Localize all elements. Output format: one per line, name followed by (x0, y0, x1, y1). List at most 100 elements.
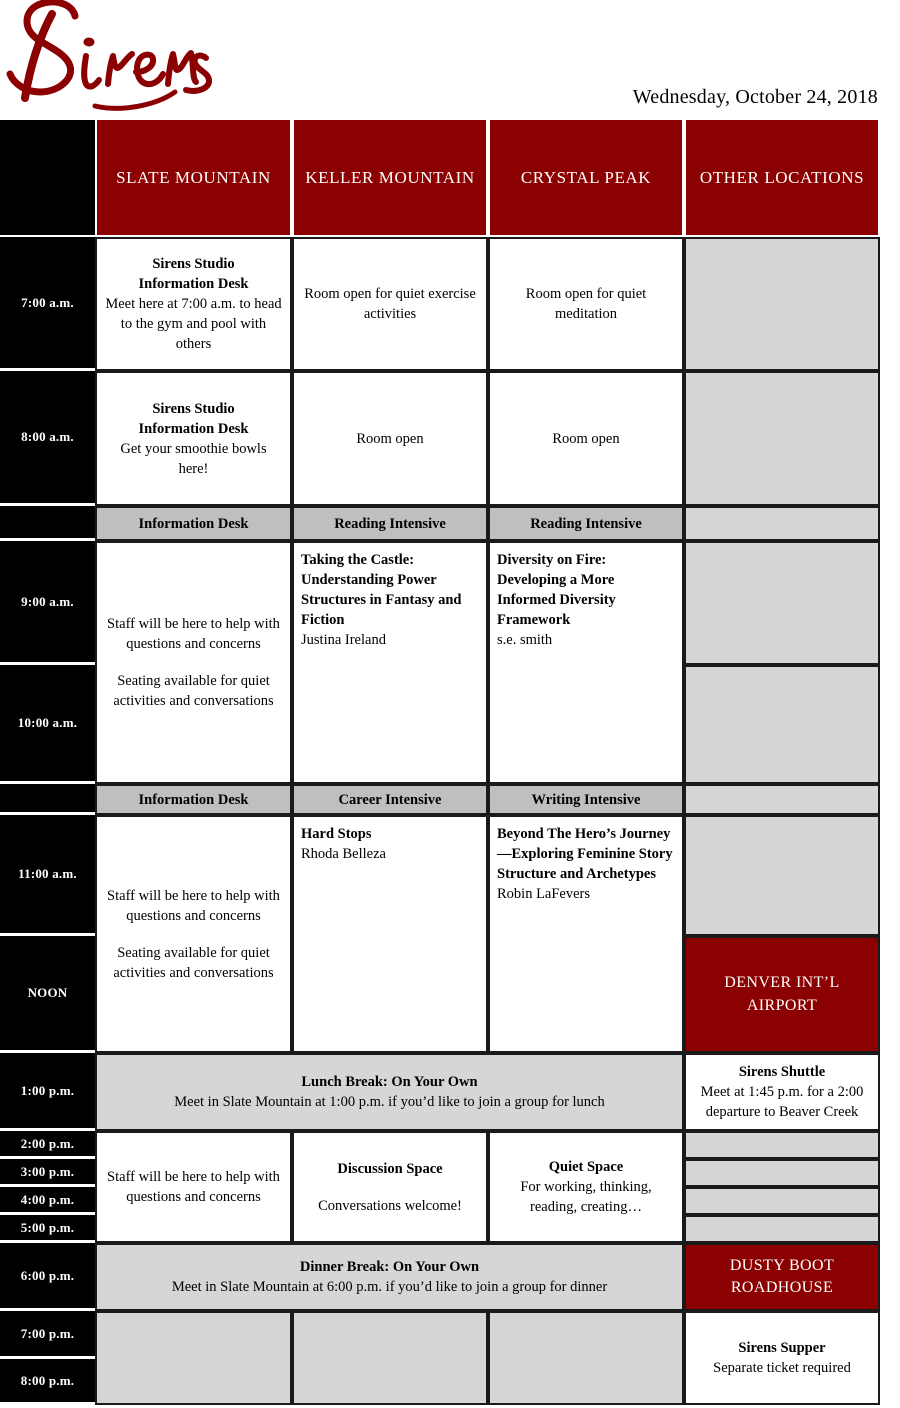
subheader-morning-keller: Reading Intensive (292, 506, 488, 541)
row-morning-subheaders: Information Desk Reading Intensive Readi… (95, 506, 880, 541)
cell-lunch-other-shuttle: Sirens Shuttle Meet at 1:45 p.m. for a 2… (684, 1053, 880, 1131)
cell-0900-other (684, 541, 880, 665)
cell-afternoon-keller-gap (301, 1179, 479, 1196)
cell-0700-slate: Sirens Studio Information Desk Meet here… (95, 237, 292, 371)
time-label-0800pm: 8:00 p.m. (0, 1359, 95, 1405)
cell-0800-other (684, 371, 880, 506)
cell-afternoon-keller: Discussion Space Conversations welcome! (292, 1131, 488, 1243)
cell-afternoon-keller-title: Discussion Space (337, 1160, 443, 1177)
time-label-0700pm: 7:00 p.m. (0, 1311, 95, 1359)
subheader-morning-slate: Information Desk (95, 506, 292, 541)
cell-lunch-body: Meet in Slate Mountain at 1:00 p.m. if y… (174, 1094, 605, 1110)
cell-0900-slate-gap (104, 654, 283, 671)
cell-0800-slate-body: Get your smoothie bowls here! (120, 440, 267, 477)
column-header-time (0, 120, 95, 235)
cell-1100-crystal-presenter: Robin LaFevers (497, 886, 591, 902)
subheader-midday-keller: Career Intensive (292, 784, 488, 815)
cell-0300pm-other (684, 1159, 880, 1187)
cell-1100-other (684, 815, 880, 936)
time-label-0300pm: 3:00 p.m. (0, 1159, 95, 1187)
cell-lunch-break: Lunch Break: On Your Own Meet in Slate M… (95, 1053, 684, 1131)
subheader-morning-other (684, 506, 880, 541)
cell-1100-keller: Hard Stops Rhoda Belleza (292, 815, 488, 1053)
cell-afternoon-crystal-title: Quiet Space (548, 1159, 624, 1175)
row-afternoon: Staff will be here to help with question… (95, 1131, 880, 1243)
cell-0700-slate-body: Meet here at 7:00 a.m. to head to the gy… (105, 296, 282, 352)
cell-dinner-body: Meet in Slate Mountain at 6:00 p.m. if y… (171, 1279, 608, 1295)
cell-dinner-title: Dinner Break: On Your Own (299, 1259, 480, 1275)
time-label-0100pm: 1:00 p.m. (0, 1053, 95, 1131)
cell-noon-other-airport: DENVER INT’L AIRPORT (684, 936, 880, 1053)
cell-0800-crystal: Room open (488, 371, 684, 506)
column-header-keller-mountain: KELLER MOUNTAIN (292, 120, 488, 235)
cell-1100-crystal-title: Beyond The Hero’s Journey—Exploring Femi… (497, 826, 673, 882)
time-label-spacer-midday (0, 784, 95, 815)
row-0600pm-dinner: Dinner Break: On Your Own Meet in Slate … (95, 1243, 880, 1311)
cell-afternoon-slate: Staff will be here to help with question… (95, 1131, 292, 1243)
cell-afternoon-other-stack (684, 1131, 880, 1243)
time-label-1100: 11:00 a.m. (0, 815, 95, 936)
cell-0800-slate-title1: Sirens Studio (152, 400, 235, 417)
subheader-midday-other (684, 784, 880, 815)
subheader-midday-slate: Information Desk (95, 784, 292, 815)
cell-afternoon-keller-body: Conversations welcome! (318, 1197, 462, 1214)
cell-0700-other (684, 237, 880, 371)
cell-0500pm-other (684, 1215, 880, 1243)
column-header-other-locations: OTHER LOCATIONS (684, 120, 880, 235)
cell-evening-crystal (488, 1311, 684, 1405)
cell-0700-keller: Room open for quiet exercise activities (292, 237, 488, 371)
time-label-0900: 9:00 a.m. (0, 541, 95, 665)
cell-1100-noon-other-stack: DENVER INT’L AIRPORT (684, 815, 880, 1053)
cell-shuttle-title: Sirens Shuttle (738, 1064, 826, 1080)
cell-0700-crystal: Room open for quiet meditation (488, 237, 684, 371)
cell-evening-keller (292, 1311, 488, 1405)
row-0100pm-lunch: Lunch Break: On Your Own Meet in Slate M… (95, 1053, 880, 1131)
cell-lunch-title: Lunch Break: On Your Own (301, 1074, 478, 1090)
cell-1100-keller-title: Hard Stops (301, 826, 372, 842)
cell-0900-keller-presenter: Justina Ireland (301, 632, 386, 648)
row-0700am: Sirens Studio Information Desk Meet here… (95, 237, 880, 371)
cell-0700-slate-title2: Information Desk (138, 276, 249, 292)
content-columns: Sirens Studio Information Desk Meet here… (95, 237, 880, 1405)
cell-0800-slate-title2: Information Desk (138, 420, 249, 437)
row-0800am: Sirens Studio Information Desk Get your … (95, 371, 880, 506)
cell-shuttle-body: Meet at 1:45 p.m. for a 2:00 departure t… (700, 1084, 864, 1120)
schedule-body: 7:00 a.m. 8:00 a.m. 9:00 a.m. 10:00 a.m.… (0, 235, 880, 1405)
cell-0800-slate: Sirens Studio Information Desk Get your … (95, 371, 292, 506)
time-label-noon: NOON (0, 936, 95, 1053)
cell-supper-title: Sirens Supper (738, 1340, 826, 1356)
cell-afternoon-crystal: Quiet Space For working, thinking, readi… (488, 1131, 684, 1243)
time-label-0700: 7:00 a.m. (0, 237, 95, 371)
cell-dinner-other-roadhouse: DUSTY BOOT ROADHOUSE (684, 1243, 880, 1311)
masthead: Wednesday, October 24, 2018 (0, 0, 900, 120)
time-column: 7:00 a.m. 8:00 a.m. 9:00 a.m. 10:00 a.m.… (0, 237, 95, 1405)
cell-0700-slate-title1: Sirens Studio (152, 256, 235, 272)
cell-evening-slate (95, 1311, 292, 1405)
time-label-0400pm: 4:00 p.m. (0, 1187, 95, 1215)
cell-0900-1000-other-stack (684, 541, 880, 784)
row-1100-noon: Staff will be here to help with question… (95, 815, 880, 1053)
row-midday-subheaders: Information Desk Career Intensive Writin… (95, 784, 880, 815)
time-label-0500pm: 5:00 p.m. (0, 1215, 95, 1243)
schedule-grid: SLATE MOUNTAIN KELLER MOUNTAIN CRYSTAL P… (0, 120, 880, 1405)
cell-0900-slate: Staff will be here to help with question… (95, 541, 292, 784)
cell-0900-keller-title: Taking the Castle: Understanding Power S… (301, 552, 462, 628)
cell-evening-other-supper: Sirens Supper Separate ticket required (684, 1311, 880, 1405)
time-label-0800: 8:00 a.m. (0, 371, 95, 506)
sirens-logo (0, 0, 250, 118)
cell-0400pm-other (684, 1187, 880, 1215)
row-0900-1000am: Staff will be here to help with question… (95, 541, 880, 784)
subheader-midday-crystal: Writing Intensive (488, 784, 684, 815)
cell-0900-slate-line1: Staff will be here to help with question… (107, 616, 280, 652)
column-header-crystal-peak: CRYSTAL PEAK (488, 120, 684, 235)
cell-0900-slate-line2: Seating available for quiet activities a… (113, 673, 274, 709)
time-label-0200pm: 2:00 p.m. (0, 1131, 95, 1159)
cell-0900-crystal: Diversity on Fire: Developing a More Inf… (488, 541, 684, 784)
cell-1100-keller-presenter: Rhoda Belleza (301, 846, 386, 862)
cell-1100-crystal: Beyond The Hero’s Journey—Exploring Femi… (488, 815, 684, 1053)
cell-1100-slate-gap (104, 926, 283, 943)
time-label-0600pm: 6:00 p.m. (0, 1243, 95, 1311)
subheader-morning-crystal: Reading Intensive (488, 506, 684, 541)
cell-supper-body: Separate ticket required (713, 1360, 851, 1376)
time-label-1000: 10:00 a.m. (0, 665, 95, 784)
